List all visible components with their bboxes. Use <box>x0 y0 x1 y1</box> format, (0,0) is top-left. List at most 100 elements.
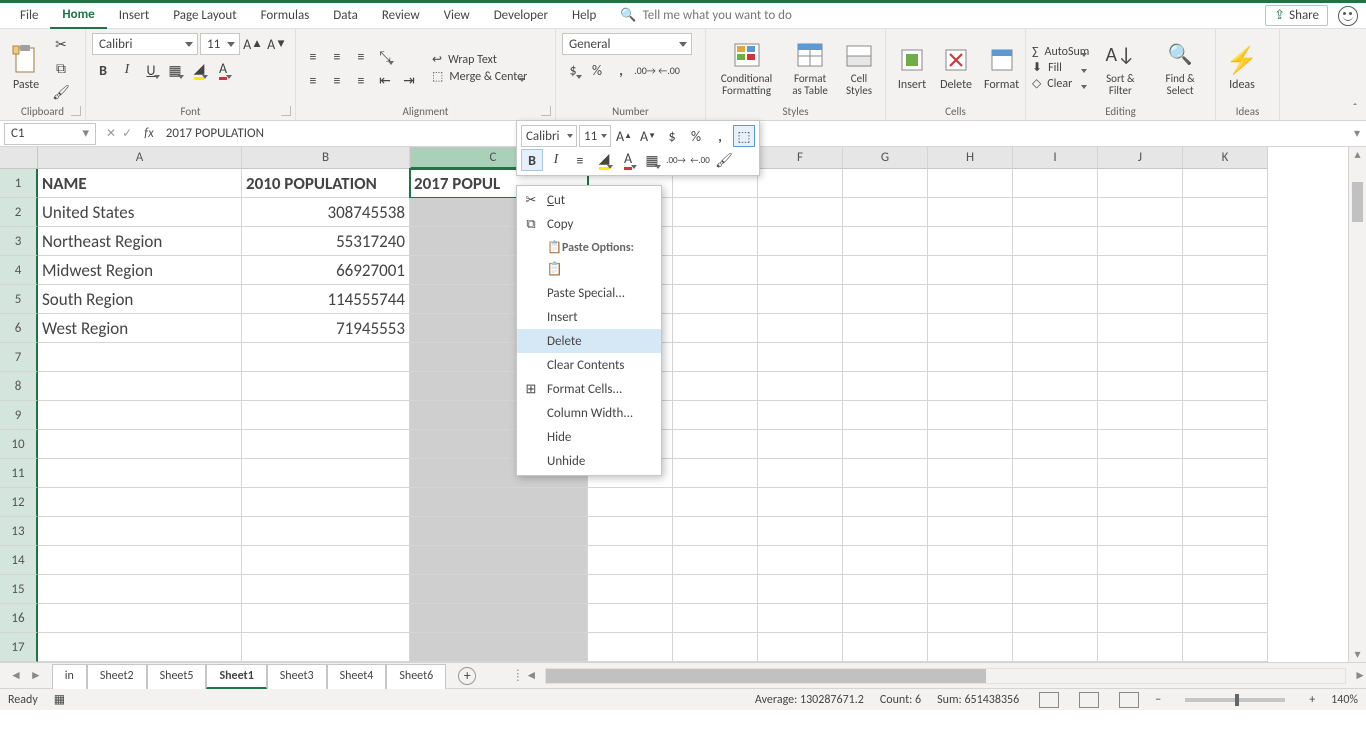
insert-cells-button[interactable]: Insert <box>892 42 932 94</box>
cell[interactable] <box>242 372 410 401</box>
cell[interactable] <box>1183 401 1268 430</box>
ctx-hide[interactable]: Hide <box>517 425 661 449</box>
row-header[interactable]: 3 <box>0 227 38 256</box>
col-header-j[interactable]: J <box>1098 147 1183 169</box>
cell[interactable] <box>1098 169 1183 198</box>
cell[interactable] <box>242 343 410 372</box>
cell[interactable] <box>1013 517 1098 546</box>
cell[interactable] <box>928 604 1013 633</box>
mini-font-size[interactable]: 11 <box>579 125 611 147</box>
format-painter-button[interactable]: 🖌 <box>50 81 72 103</box>
tab-review[interactable]: Review <box>370 3 432 29</box>
row-header[interactable]: 12 <box>0 488 38 517</box>
border-button[interactable]: ▦ <box>164 59 186 81</box>
tab-developer[interactable]: Developer <box>482 3 560 29</box>
cell[interactable] <box>673 285 758 314</box>
row-header[interactable]: 5 <box>0 285 38 314</box>
col-header-f[interactable]: F <box>758 147 843 169</box>
cell[interactable] <box>758 430 843 459</box>
cell[interactable] <box>843 169 928 198</box>
cell[interactable] <box>673 401 758 430</box>
vertical-scrollbar[interactable]: ▴ ▾ <box>1348 147 1366 662</box>
tab-home[interactable]: Home <box>50 3 106 29</box>
row-header[interactable]: 8 <box>0 372 38 401</box>
accounting-format-button[interactable]: $ <box>562 59 584 81</box>
cell[interactable] <box>843 546 928 575</box>
cell[interactable]: 55317240 <box>242 227 410 256</box>
cell[interactable] <box>1098 546 1183 575</box>
cell[interactable] <box>1183 372 1268 401</box>
cell[interactable] <box>928 198 1013 227</box>
cell[interactable] <box>38 372 242 401</box>
cell[interactable] <box>928 401 1013 430</box>
cell[interactable] <box>843 198 928 227</box>
sheet-nav-next[interactable]: ► <box>30 668 42 683</box>
cell[interactable] <box>673 372 758 401</box>
cell[interactable] <box>1098 343 1183 372</box>
align-right-button[interactable]: ≡ <box>350 69 372 91</box>
cell[interactable] <box>843 343 928 372</box>
zoom-in-button[interactable]: + <box>1309 693 1315 707</box>
row-header[interactable]: 4 <box>0 256 38 285</box>
cell[interactable] <box>758 256 843 285</box>
cell[interactable] <box>758 575 843 604</box>
cell[interactable] <box>928 227 1013 256</box>
cell[interactable] <box>758 227 843 256</box>
cell[interactable] <box>673 517 758 546</box>
cell[interactable] <box>673 546 758 575</box>
format-cells-button[interactable]: Format <box>980 42 1023 94</box>
cell[interactable] <box>242 575 410 604</box>
cell[interactable] <box>1098 604 1183 633</box>
mini-align-center[interactable]: ≡ <box>569 149 591 171</box>
cell[interactable] <box>588 488 673 517</box>
cell[interactable] <box>1013 285 1098 314</box>
cell[interactable] <box>673 459 758 488</box>
cell[interactable] <box>1013 256 1098 285</box>
cell[interactable] <box>1098 372 1183 401</box>
cell[interactable] <box>843 633 928 662</box>
mini-fill-color[interactable]: ◢ <box>593 149 615 171</box>
cell[interactable] <box>1013 372 1098 401</box>
zoom-level[interactable]: 140% <box>1331 693 1358 707</box>
alignment-dialog-launcher[interactable] <box>541 106 551 116</box>
cell[interactable] <box>38 401 242 430</box>
col-header-h[interactable]: H <box>928 147 1013 169</box>
cell[interactable] <box>1013 198 1098 227</box>
cell[interactable] <box>1013 169 1098 198</box>
decrease-indent-button[interactable]: ⇤ <box>374 69 396 91</box>
mini-format-painter[interactable]: 🖌 <box>713 149 735 171</box>
horizontal-scroll-thumb[interactable] <box>546 669 985 683</box>
clipboard-dialog-launcher[interactable] <box>71 106 81 116</box>
cell[interactable] <box>843 575 928 604</box>
cell[interactable]: 66927001 <box>242 256 410 285</box>
cell[interactable] <box>1183 314 1268 343</box>
cell[interactable] <box>673 604 758 633</box>
cell[interactable] <box>38 430 242 459</box>
row-header[interactable]: 16 <box>0 604 38 633</box>
vertical-scroll-thumb[interactable] <box>1352 182 1363 222</box>
cell[interactable] <box>758 285 843 314</box>
cell[interactable] <box>410 546 588 575</box>
cell[interactable] <box>1098 430 1183 459</box>
cell[interactable] <box>928 314 1013 343</box>
cell[interactable] <box>38 604 242 633</box>
row-header[interactable]: 2 <box>0 198 38 227</box>
mini-bold[interactable]: B <box>521 149 543 171</box>
cell[interactable] <box>1098 488 1183 517</box>
ctx-unhide[interactable]: Unhide <box>517 449 661 473</box>
cell[interactable] <box>242 430 410 459</box>
cell[interactable] <box>843 401 928 430</box>
cell[interactable] <box>1098 401 1183 430</box>
cell[interactable] <box>673 488 758 517</box>
name-box[interactable]: C1▾ <box>4 123 96 145</box>
enter-formula-button[interactable]: ✓ <box>122 126 132 141</box>
view-page-layout-button[interactable] <box>1079 692 1099 708</box>
cancel-formula-button[interactable]: ✕ <box>106 126 116 141</box>
cell[interactable] <box>410 604 588 633</box>
cell[interactable] <box>758 517 843 546</box>
cell[interactable] <box>1183 546 1268 575</box>
cell[interactable] <box>758 343 843 372</box>
cell[interactable] <box>673 430 758 459</box>
cell[interactable] <box>843 517 928 546</box>
cell[interactable]: United States <box>38 198 242 227</box>
